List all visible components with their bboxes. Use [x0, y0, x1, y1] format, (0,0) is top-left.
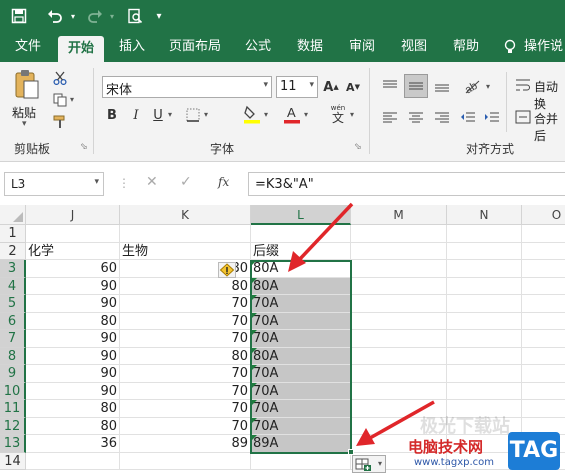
watermark-badge: TAG: [508, 432, 560, 470]
watermark-site: 电脑技术网: [408, 438, 484, 456]
annotation-arrows: [288, 202, 435, 446]
watermark-url: www.tagxp.com: [414, 457, 494, 468]
